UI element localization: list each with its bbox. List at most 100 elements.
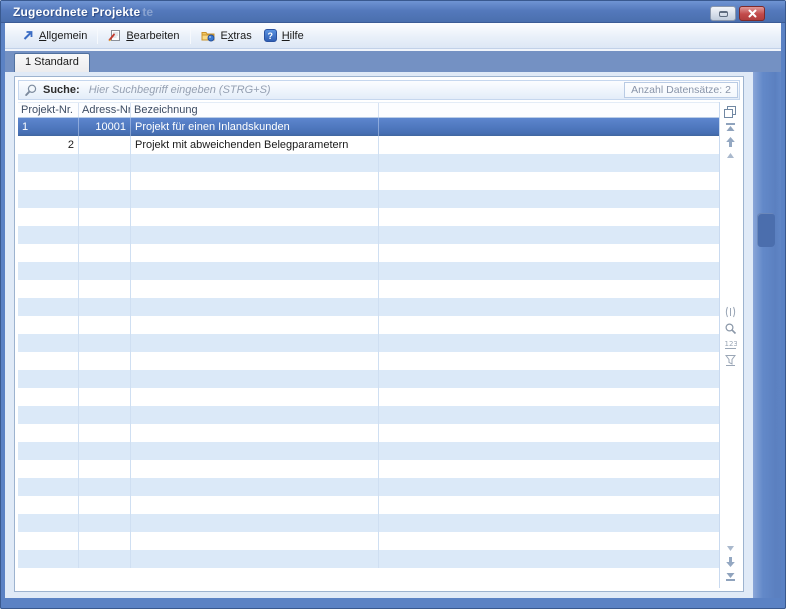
table-cell <box>131 352 379 370</box>
close-button[interactable] <box>739 6 765 21</box>
table-cell <box>18 280 79 298</box>
search-grid-icon[interactable] <box>724 322 737 335</box>
empty-row[interactable] <box>18 532 719 550</box>
column-header-bezeichnung[interactable]: Bezeichnung <box>131 103 379 117</box>
move-down-icon[interactable] <box>724 556 737 568</box>
empty-row[interactable] <box>18 316 719 334</box>
search-placeholder: Hier Suchbegriff eingeben (STRG+S) <box>89 84 271 96</box>
table-cell <box>18 316 79 334</box>
empty-row[interactable] <box>18 334 719 352</box>
step-up-icon[interactable] <box>724 151 737 160</box>
search-bar[interactable]: Suche: Hier Suchbegriff eingeben (STRG+S… <box>18 80 740 100</box>
sum-icon[interactable]: 123 <box>724 338 737 351</box>
table-cell <box>79 442 131 460</box>
menu-item-allgemein[interactable]: Allgemein <box>13 26 95 45</box>
rail-bottom-group <box>720 541 740 582</box>
step-down-icon[interactable] <box>724 544 737 553</box>
table-cell <box>18 262 79 280</box>
table-cell <box>18 244 79 262</box>
filter-icon[interactable] <box>724 354 737 367</box>
empty-row[interactable] <box>18 388 719 406</box>
empty-row[interactable] <box>18 406 719 424</box>
table-cell <box>379 190 719 208</box>
table-cell <box>379 262 719 280</box>
scrollbar-thumb[interactable] <box>757 213 775 247</box>
menu-item-hilfe[interactable]: ? Hilfe <box>260 26 312 45</box>
table-cell <box>131 316 379 334</box>
column-header-adress-nr-[interactable]: Adress-Nr. <box>79 103 131 117</box>
table-cell <box>18 550 79 568</box>
table-cell <box>379 334 719 352</box>
table-cell <box>79 370 131 388</box>
go-to-top-icon[interactable] <box>724 122 737 133</box>
empty-row[interactable] <box>18 460 719 478</box>
table-cell <box>18 154 79 172</box>
table-cell <box>18 442 79 460</box>
empty-row[interactable] <box>18 244 719 262</box>
menu-separator <box>190 28 191 44</box>
empty-row[interactable] <box>18 262 719 280</box>
empty-row[interactable] <box>18 424 719 442</box>
content-area: Suche: Hier Suchbegriff eingeben (STRG+S… <box>5 72 753 598</box>
table-cell <box>379 460 719 478</box>
table-cell <box>379 514 719 532</box>
table-cell <box>131 280 379 298</box>
empty-row[interactable] <box>18 514 719 532</box>
table-cell <box>379 424 719 442</box>
table-cell <box>379 298 719 316</box>
table-cell: 1 <box>18 118 79 136</box>
record-count-label: Anzahl Datensätze: <box>631 84 722 96</box>
titlebar[interactable]: Zugeordnete Projekte te <box>1 1 785 23</box>
empty-row[interactable] <box>18 478 719 496</box>
empty-row[interactable] <box>18 190 719 208</box>
empty-row[interactable] <box>18 280 719 298</box>
table-cell <box>379 280 719 298</box>
table-cell <box>18 406 79 424</box>
empty-row[interactable] <box>18 154 719 172</box>
move-up-icon[interactable] <box>724 136 737 148</box>
menu-label: Hilfe <box>282 30 304 42</box>
table-cell <box>79 208 131 226</box>
empty-row[interactable] <box>18 208 719 226</box>
column-header-empty[interactable] <box>379 103 719 117</box>
empty-row[interactable] <box>18 496 719 514</box>
menu-label: Extras <box>221 30 252 42</box>
table-row[interactable]: 110001Projekt für einen Inlandskunden <box>18 118 719 136</box>
rail-middle-group: 123 <box>720 303 740 367</box>
go-to-bottom-icon[interactable] <box>724 571 737 582</box>
empty-row[interactable] <box>18 172 719 190</box>
table-cell <box>131 370 379 388</box>
empty-row[interactable] <box>18 352 719 370</box>
vertical-scrollbar[interactable] <box>753 72 781 598</box>
table-cell <box>131 298 379 316</box>
column-header-projekt-nr-[interactable]: Projekt-Nr. <box>18 103 79 117</box>
table-cell <box>131 388 379 406</box>
tab-standard[interactable]: 1 Standard <box>14 53 90 72</box>
empty-row[interactable] <box>18 370 719 388</box>
menu-item-extras[interactable]: Extras <box>193 26 260 45</box>
table-cell <box>79 496 131 514</box>
table-cell <box>131 460 379 478</box>
table-cell <box>79 136 131 154</box>
grid-toolbar-rail: 123 <box>720 102 740 588</box>
empty-row[interactable] <box>18 226 719 244</box>
table-cell <box>131 532 379 550</box>
menu-label: Bearbeiten <box>126 30 179 42</box>
table-cell: Projekt für einen Inlandskunden <box>131 118 379 136</box>
svg-text:123: 123 <box>724 340 737 348</box>
table-cell <box>131 226 379 244</box>
empty-row[interactable] <box>18 442 719 460</box>
empty-row[interactable] <box>18 550 719 568</box>
empty-row[interactable] <box>18 298 719 316</box>
fit-column-width-icon[interactable] <box>724 306 737 319</box>
table-cell <box>131 172 379 190</box>
menu-item-bearbeiten[interactable]: Bearbeiten <box>100 26 187 45</box>
table-cell <box>79 172 131 190</box>
table-cell <box>18 226 79 244</box>
copy-columns-icon[interactable] <box>723 105 738 119</box>
table-row[interactable]: 2Projekt mit abweichenden Belegparameter… <box>18 136 719 154</box>
table-cell <box>131 442 379 460</box>
table-cell <box>79 460 131 478</box>
restore-button[interactable] <box>710 6 736 21</box>
table-cell <box>379 136 719 154</box>
